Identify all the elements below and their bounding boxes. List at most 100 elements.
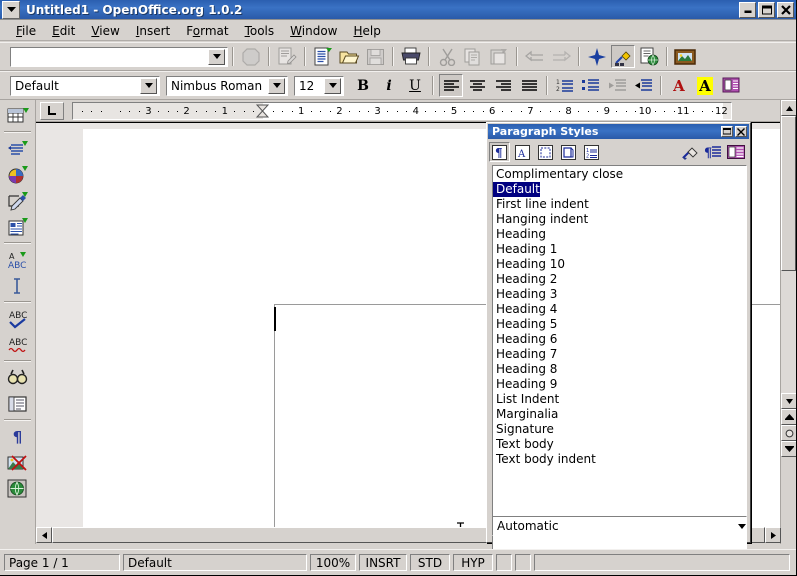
copy-button[interactable] [461, 45, 485, 68]
stylist-maximize-button[interactable] [721, 126, 733, 137]
font-size-combo[interactable]: 12 [294, 75, 344, 96]
open-file-button[interactable] [337, 45, 361, 68]
font-size-dropdown-arrow[interactable] [324, 77, 341, 94]
graphics-onoff-button[interactable] [3, 450, 33, 475]
autospellcheck-button[interactable]: ABC [3, 332, 33, 357]
scroll-right-button[interactable] [765, 527, 781, 543]
font-name-value[interactable]: Nimbus Roman [167, 79, 268, 93]
url-combo-box[interactable] [10, 46, 228, 67]
menu-format[interactable]: Format [178, 22, 236, 40]
font-name-combo[interactable]: Nimbus Roman [166, 75, 288, 96]
indent-marker-icon[interactable] [255, 104, 270, 118]
underline-button[interactable]: U [403, 74, 427, 97]
previous-page-button[interactable] [781, 409, 796, 425]
hyperlink-on-off-button[interactable] [3, 476, 33, 501]
style-list-item[interactable]: Heading [493, 227, 746, 242]
style-list-item[interactable]: Marginalia [493, 407, 746, 422]
styles-list[interactable]: Complimentary close Default First line ind… [492, 165, 747, 575]
redo-button[interactable] [549, 45, 573, 68]
style-list-item[interactable]: List Indent [493, 392, 746, 407]
edit-file-button[interactable] [275, 45, 299, 68]
print-file-button[interactable] [399, 45, 423, 68]
font-name-dropdown-arrow[interactable] [268, 77, 285, 94]
status-selection-mode[interactable]: STD [410, 554, 450, 571]
style-list-item[interactable]: Heading 5 [493, 317, 746, 332]
url-dropdown-arrow[interactable] [208, 48, 225, 65]
close-button[interactable] [777, 1, 794, 18]
menu-insert[interactable]: Insert [128, 22, 178, 40]
hyperlink-bar-button[interactable] [637, 45, 661, 68]
vertical-scroll-track[interactable] [781, 116, 796, 393]
direct-cursor-button[interactable] [3, 273, 33, 298]
save-document-button[interactable] [363, 45, 387, 68]
style-list-item[interactable]: Heading 1 [493, 242, 746, 257]
numbering-styles-icon[interactable]: 1 2 [581, 142, 602, 162]
style-list-item[interactable]: Default [493, 182, 540, 197]
stop-button[interactable] [239, 45, 263, 68]
align-left-button[interactable] [439, 74, 463, 97]
stylist-title-bar[interactable]: Paragraph Styles [488, 124, 749, 139]
style-filter-combo[interactable]: Automatic [492, 516, 747, 536]
next-page-button[interactable] [781, 441, 796, 457]
stylist-button[interactable] [611, 45, 635, 68]
stylist-close-button[interactable] [735, 126, 747, 137]
style-list-item[interactable]: Text body indent [493, 452, 746, 467]
align-right-button[interactable] [491, 74, 515, 97]
maximize-button[interactable] [758, 1, 775, 18]
status-page[interactable]: Page 1 / 1 [4, 554, 120, 571]
justified-button[interactable] [517, 74, 541, 97]
status-digital-signature[interactable] [515, 554, 531, 571]
insert-fields-button[interactable] [3, 136, 33, 161]
font-color-button[interactable]: A [667, 74, 691, 97]
bullets-on-off-button[interactable] [579, 74, 603, 97]
status-modified[interactable] [496, 554, 512, 571]
paragraph-style-combo[interactable]: Default [10, 75, 160, 96]
window-menu-icon[interactable] [2, 0, 20, 19]
scroll-left-button[interactable] [36, 527, 52, 543]
horizontal-ruler[interactable]: 3 2 1 1 2 3 4 5 6 7 8 9 10 11 12 [72, 101, 732, 120]
update-style-icon[interactable] [725, 142, 746, 162]
vertical-scrollbar[interactable] [780, 100, 796, 544]
insert-frame-button[interactable] [3, 214, 33, 239]
scroll-down-button[interactable] [781, 393, 796, 409]
style-list-item[interactable]: Heading 7 [493, 347, 746, 362]
style-list-item[interactable]: Text body [493, 437, 746, 452]
minimize-button[interactable] [739, 1, 756, 18]
style-list-item[interactable]: First line indent [493, 197, 746, 212]
new-style-from-selection-icon[interactable]: ¶ [702, 142, 723, 162]
navigator-button[interactable] [585, 45, 609, 68]
background-color-button[interactable] [719, 74, 743, 97]
status-hyperlink-mode[interactable]: HYP [453, 554, 493, 571]
menu-edit[interactable]: Edit [44, 22, 83, 40]
new-document-button[interactable] [311, 45, 335, 68]
style-list-item-row[interactable]: Default [493, 182, 746, 197]
menu-tools[interactable]: Tools [237, 22, 283, 40]
style-list-item[interactable]: Heading 10 [493, 257, 746, 272]
increase-indent-button[interactable] [631, 74, 655, 97]
highlighting-button[interactable]: A [693, 74, 717, 97]
navigation-button[interactable] [781, 425, 796, 441]
status-info[interactable] [534, 554, 790, 571]
style-list-item[interactable]: Heading 9 [493, 377, 746, 392]
menu-window[interactable]: Window [282, 22, 345, 40]
insert-table-button[interactable] [3, 103, 33, 128]
italic-button[interactable]: i [377, 74, 401, 97]
find-replace-button[interactable] [3, 365, 33, 390]
style-filter-value[interactable]: Automatic [493, 519, 738, 533]
paste-button[interactable] [487, 45, 511, 68]
scroll-up-button[interactable] [781, 100, 796, 116]
style-filter-dropdown-arrow[interactable] [738, 523, 746, 529]
decrease-indent-button[interactable] [605, 74, 629, 97]
cut-button[interactable] [435, 45, 459, 68]
fill-format-mode-icon[interactable] [679, 142, 700, 162]
insert-object-button[interactable] [3, 162, 33, 187]
status-zoom[interactable]: 100% [310, 554, 356, 571]
paragraph-style-dropdown-arrow[interactable] [140, 77, 157, 94]
paragraph-styles-dialog[interactable]: Paragraph Styles ¶ A 1 2 ¶ Complimentary… [486, 122, 751, 575]
gallery-button[interactable] [673, 45, 697, 68]
show-draw-functions-button[interactable] [3, 188, 33, 213]
style-list-item[interactable]: Heading 3 [493, 287, 746, 302]
menu-view[interactable]: View [83, 22, 127, 40]
insert-special-char-button[interactable]: A ABC [3, 247, 33, 272]
style-list-item[interactable]: Heading 6 [493, 332, 746, 347]
